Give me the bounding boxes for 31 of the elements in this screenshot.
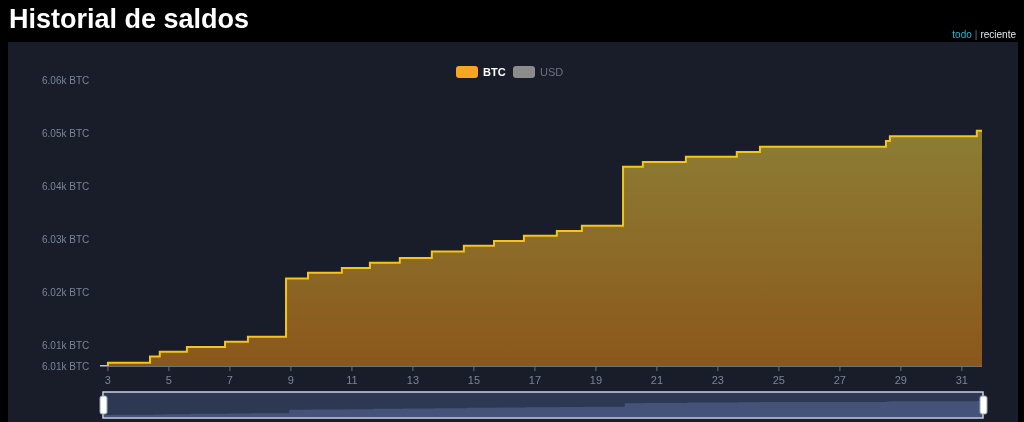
- axis-label: 23: [711, 374, 724, 386]
- axis-label: 31: [955, 374, 968, 386]
- page-title: Historial de saldos: [9, 3, 250, 36]
- axis-label: 21: [650, 374, 663, 386]
- range-link[interactable]: todo: [952, 27, 972, 42]
- range-handle[interactable]: [979, 395, 988, 415]
- axis-label: 17: [528, 374, 542, 386]
- axis-label: 29: [894, 374, 907, 386]
- axis-label: 27: [833, 374, 846, 386]
- axis-label: 3: [104, 374, 111, 386]
- axis-label: 6.04k BTC: [42, 180, 90, 192]
- legend-item[interactable]: USD: [513, 66, 564, 78]
- axis-label: 6.06k BTC: [42, 75, 90, 86]
- axis-label: 6.02k BTC: [42, 286, 90, 298]
- axis-label: 6.01k BTC: [42, 339, 90, 351]
- axis-label: 19: [589, 374, 602, 386]
- separator: |: [974, 28, 978, 42]
- axis-label: 11: [346, 374, 358, 386]
- axis-label: 6.05k BTC: [42, 127, 90, 139]
- axis-label: 7: [226, 374, 233, 386]
- range-link[interactable]: reciente: [980, 27, 1016, 42]
- axis-label: 13: [406, 374, 420, 386]
- axis-label: 15: [467, 374, 481, 386]
- range-navigator[interactable]: [102, 391, 984, 419]
- range-handle[interactable]: [99, 395, 108, 415]
- axis-label: 9: [287, 374, 294, 386]
- axis-label: 6.03k BTC: [42, 233, 90, 245]
- axis-label: 25: [772, 374, 785, 386]
- axis-label: 5: [165, 374, 172, 386]
- legend-item[interactable]: BTC: [456, 66, 506, 78]
- axis-label: 6.01k BTC: [42, 361, 90, 372]
